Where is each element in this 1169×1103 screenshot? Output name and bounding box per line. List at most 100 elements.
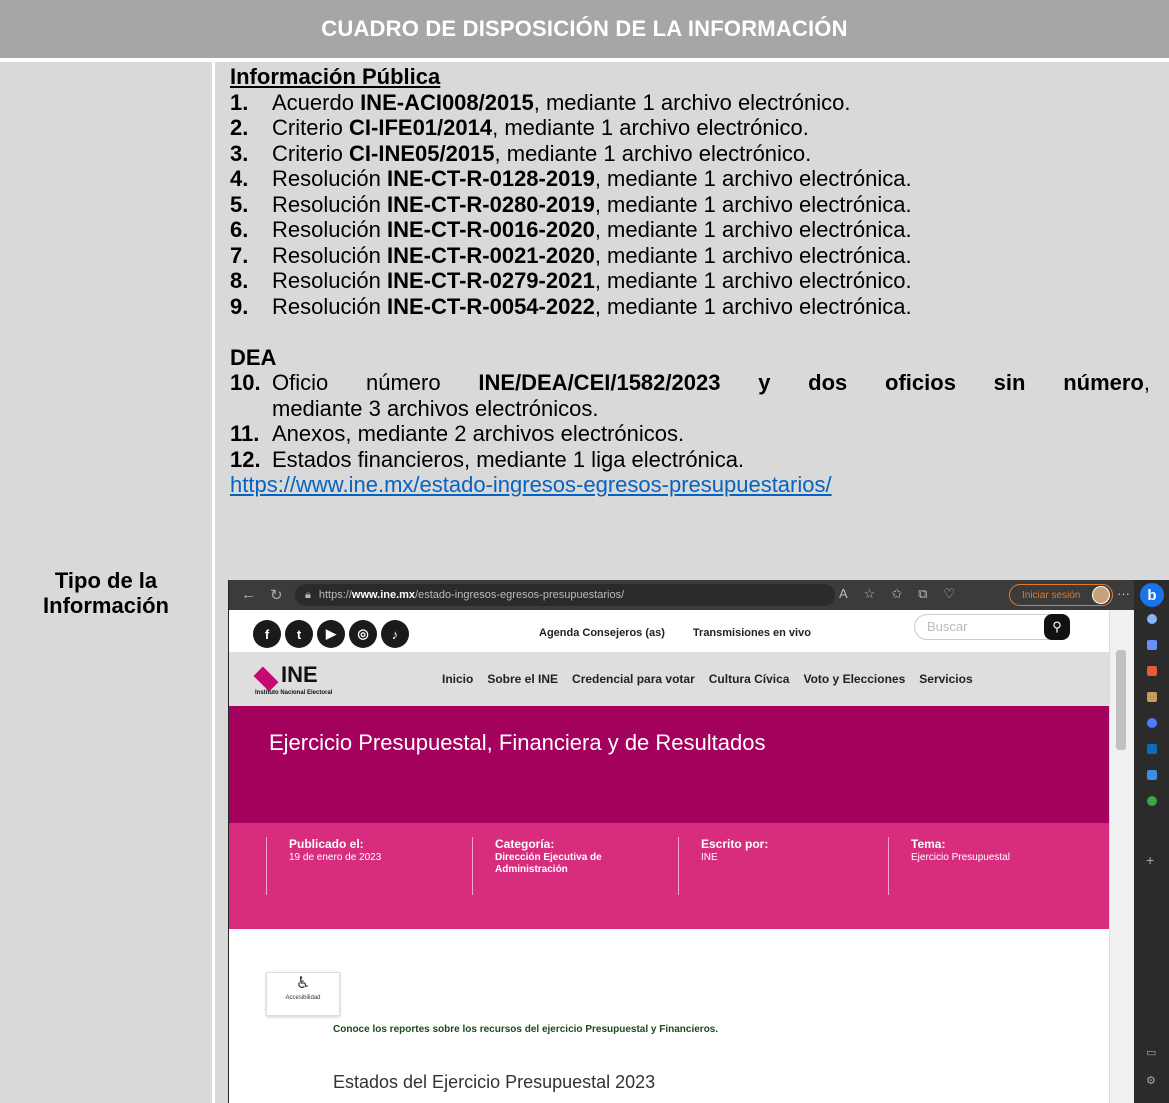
item-text: Resolución INE-CT-R-0280-2019, mediante … <box>272 191 912 217</box>
accessibility-button[interactable]: ♿︎ Accesibilidad <box>266 972 340 1016</box>
avatar <box>1092 586 1110 604</box>
public-info-list: 1. Acuerdo INE-ACI008/2015, mediante 1 ar… <box>230 90 1150 320</box>
browser-toolbar: ← ↻ 🔒︎ https://www.ine.mx/estado-ingreso… <box>229 580 1169 610</box>
meta-label: Tema: <box>911 837 946 851</box>
favorite-star-icon[interactable]: ☆ <box>864 586 876 602</box>
label-cell: Tipo de la Información <box>0 62 212 1103</box>
hero-title: Ejercicio Presupuestal, Financiera y de … <box>269 730 766 755</box>
list-item: 7. Resolución INE-CT-R-0021-2020, mediant… <box>230 243 1150 269</box>
tree-icon[interactable] <box>1147 796 1157 806</box>
document-id: INE-CT-R-0280-2019 <box>386 191 595 217</box>
favorites-icon[interactable]: ✩ <box>891 586 902 602</box>
item-text-line: mediante 3 archivos electrónicos. <box>272 395 599 421</box>
sidebar-toggle-icon[interactable]: ▭ <box>1146 1046 1156 1059</box>
item-number: 3. <box>230 140 249 166</box>
list-item: 5. Resolución INE-CT-R-0280-2019, mediant… <box>230 192 1150 218</box>
ine-link[interactable]: https://www.ine.mx/estado-ingresos-egres… <box>230 472 832 497</box>
table-title-row: CUADRO DE DISPOSICIÓN DE LA INFORMACIÓN <box>0 0 1169 60</box>
tiktok-icon[interactable]: ♪ <box>381 620 409 648</box>
nav-item[interactable]: Servicios <box>919 672 972 686</box>
instagram-icon[interactable]: ◎ <box>349 620 377 648</box>
list-item: 4. Resolución INE-CT-R-0128-2019, mediant… <box>230 166 1150 192</box>
page-scrollbar[interactable] <box>1109 610 1134 1103</box>
facebook-icon[interactable]: f <box>253 620 281 648</box>
document-id: INE-CT-R-0016-2020 <box>386 217 595 242</box>
item-number: 6. <box>230 217 249 242</box>
item-number: 8. <box>230 268 249 293</box>
web-page: f t ▶ ◎ ♪ Agenda Consejeros (as) Transmisione… <box>229 610 1109 1103</box>
nav-item[interactable]: Cultura Cívica <box>709 672 790 686</box>
document-id: INE-CT-R-0279-2021 <box>386 268 595 293</box>
collections-icon[interactable]: ⧉ <box>918 586 927 602</box>
document-id: INE-CT-R-0054-2022 <box>386 293 595 319</box>
list-item: 11. Anexos, mediante 2 archivos electrón… <box>230 421 1150 447</box>
meta-column: Escrito por: INE <box>678 837 841 895</box>
accessibility-icon: ♿︎ <box>295 975 311 992</box>
item-text: Resolución INE-CT-R-0021-2020, mediante … <box>272 242 912 268</box>
people-icon[interactable] <box>1147 692 1157 702</box>
back-icon[interactable]: ← <box>241 586 256 604</box>
table-title: CUADRO DE DISPOSICIÓN DE LA INFORMACIÓN <box>321 16 848 41</box>
search-icon[interactable]: ⚲ <box>1044 614 1070 640</box>
list-item: 8. Resolución INE-CT-R-0279-2021, mediant… <box>230 268 1150 294</box>
list-item: 2. Criterio CI-IFE01/2014, mediante 1 arc… <box>230 115 1150 141</box>
list-item: 3. Criterio CI-INE05/2015, mediante 1 arc… <box>230 141 1150 167</box>
nav-item[interactable]: Sobre el INE <box>487 672 558 686</box>
document-id: INE-CT-R-0021-2020 <box>386 242 595 268</box>
item-number: 1. <box>230 89 249 115</box>
top-link[interactable]: Agenda Consejeros (as) <box>539 627 665 639</box>
read-aloud-icon[interactable]: A <box>839 586 848 602</box>
list-item: 1. Acuerdo INE-ACI008/2015, mediante 1 ar… <box>230 90 1150 116</box>
refresh-icon[interactable]: ↻ <box>270 586 283 604</box>
item-number: 7. <box>230 242 249 268</box>
list-item: 10. Oficio número INE/DEA/CEI/1582/2023 … <box>230 370 1150 421</box>
heart-icon[interactable]: ♡ <box>944 586 956 602</box>
toolbox-icon[interactable] <box>1147 666 1157 676</box>
document-id: INE/DEA/CEI/1582/2023 y dos oficios sin … <box>478 370 1144 395</box>
nav-item[interactable]: Inicio <box>442 672 473 686</box>
signin-button[interactable]: Iniciar sesión <box>1009 584 1113 606</box>
youtube-icon[interactable]: ▶ <box>317 620 345 648</box>
document-id: CI-IFE01/2014 <box>349 115 493 140</box>
send-icon[interactable] <box>1147 770 1157 780</box>
item-number: 4. <box>230 166 249 191</box>
item-number: 12. <box>230 446 261 472</box>
bing-icon[interactable]: b <box>1140 583 1164 607</box>
nav-item[interactable]: Credencial para votar <box>572 672 695 686</box>
tag-icon[interactable] <box>1147 640 1157 650</box>
meta-label: Categoría: <box>495 837 555 851</box>
document-id: INE-ACI008/2015 <box>360 89 534 115</box>
list-item: 9. Resolución INE-CT-R-0054-2022, mediant… <box>230 294 1150 320</box>
item-number: 5. <box>230 191 249 217</box>
nav-item[interactable]: Voto y Elecciones <box>803 672 905 686</box>
lock-icon: 🔒︎ <box>305 588 311 601</box>
intro-text: Conoce los reportes sobre los recursos d… <box>333 1024 719 1035</box>
nav-menu: Inicio Sobre el INE Credencial para votar C… <box>442 672 973 686</box>
address-bar[interactable]: 🔒︎ https://www.ine.mx/estado-ingresos-eg… <box>295 584 835 606</box>
top-link[interactable]: Transmisiones en vivo <box>693 627 811 639</box>
settings-icon[interactable]: ⚙ <box>1146 1074 1156 1087</box>
meta-column: Tema: Ejercicio Presupuestal <box>888 837 1051 895</box>
item-text: Resolución INE-CT-R-0016-2020, mediante … <box>272 217 912 242</box>
twitter-icon[interactable]: t <box>285 620 313 648</box>
section-heading: Estados del Ejercicio Presupuestal 2023 <box>333 1072 656 1092</box>
meta-value: INE <box>701 852 718 863</box>
browser-screenshot: ← ↻ 🔒︎ https://www.ine.mx/estado-ingreso… <box>228 580 1169 1103</box>
meta-value: Dirección Ejecutiva de Administración <box>495 852 602 875</box>
item-text: Resolución INE-CT-R-0128-2019, mediante … <box>272 166 912 191</box>
logo-mark <box>253 666 279 692</box>
meta-column: Publicado el: 19 de enero de 2023 <box>266 837 429 895</box>
item-text: Estados financieros, mediante 1 liga ele… <box>272 446 745 472</box>
item-number: 9. <box>230 293 249 319</box>
add-icon[interactable]: + <box>1146 852 1154 868</box>
outlook-icon[interactable] <box>1147 744 1157 754</box>
content-list: Información Pública 1. Acuerdo INE-ACI008… <box>230 64 1150 498</box>
more-menu-icon[interactable]: ··· <box>1117 586 1130 601</box>
social-icons: f t ▶ ◎ ♪ <box>253 620 409 648</box>
item-number: 2. <box>230 115 249 140</box>
item-text: Acuerdo INE-ACI008/2015, mediante 1 arch… <box>272 89 851 115</box>
search-icon[interactable] <box>1147 614 1157 624</box>
circle-icon[interactable] <box>1147 718 1157 728</box>
article-meta: Publicado el: 19 de enero de 2023 Categorí… <box>229 823 1109 929</box>
info-type-label: Tipo de la Información <box>43 567 169 618</box>
